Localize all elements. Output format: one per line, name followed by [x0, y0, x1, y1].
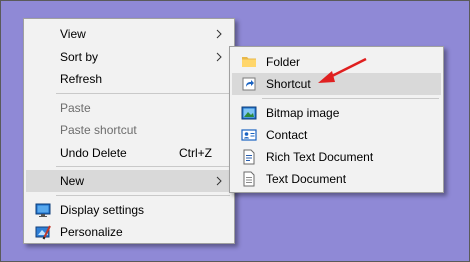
menu-separator: [56, 166, 230, 167]
menu-item-label: View: [60, 27, 86, 41]
bitmap-image-icon: [241, 106, 257, 120]
menu-item-paste[interactable]: Paste: [26, 97, 232, 119]
contact-icon: [241, 129, 257, 141]
desktop-context-menu: View Sort by Refresh Paste Paste shortcu…: [23, 18, 235, 244]
rich-text-document-icon: [243, 149, 255, 165]
menu-item-label: Undo Delete: [60, 146, 127, 160]
menu-item-label: New: [60, 174, 85, 188]
menu-item-label: Paste shortcut: [60, 123, 137, 137]
submenu-item-rich-text-document[interactable]: Rich Text Document: [232, 146, 441, 168]
menu-item-sort-by[interactable]: Sort by: [26, 46, 232, 68]
new-submenu: Folder Shortcut Bitmap image Contact Ric…: [229, 46, 444, 193]
submenu-item-contact[interactable]: Contact: [232, 124, 441, 146]
menu-item-new[interactable]: New: [26, 170, 232, 192]
menu-item-label: Personalize: [60, 225, 123, 239]
submenu-item-folder[interactable]: Folder: [232, 51, 441, 73]
menu-item-label: Text Document: [266, 172, 347, 186]
submenu-item-shortcut[interactable]: Shortcut: [232, 73, 441, 95]
menu-item-paste-shortcut[interactable]: Paste shortcut: [26, 119, 232, 141]
shortcut-icon: [242, 77, 256, 91]
menu-item-label: Shortcut: [266, 77, 311, 91]
menu-item-refresh[interactable]: Refresh: [26, 68, 232, 90]
menu-item-label: Refresh: [60, 72, 103, 86]
submenu-item-text-document[interactable]: Text Document: [232, 168, 441, 190]
chevron-right-icon: [216, 176, 222, 186]
submenu-item-bitmap-image[interactable]: Bitmap image: [232, 102, 441, 124]
text-document-icon: [243, 171, 255, 187]
shortcut-key-text: Ctrl+Z: [179, 146, 212, 160]
menu-item-view[interactable]: View: [26, 23, 232, 45]
menu-item-label: Contact: [266, 128, 308, 142]
menu-item-label: Folder: [266, 55, 301, 69]
menu-item-personalize[interactable]: Personalize: [26, 221, 232, 243]
menu-item-label: Bitmap image: [266, 106, 340, 120]
menu-item-label: Rich Text Document: [266, 150, 374, 164]
personalize-icon: [35, 225, 51, 240]
folder-icon: [242, 57, 256, 67]
menu-item-label: Sort by: [60, 50, 99, 64]
menu-item-undo-delete[interactable]: Undo Delete Ctrl+Z: [26, 142, 232, 164]
menu-separator: [56, 93, 230, 94]
chevron-right-icon: [216, 29, 222, 39]
menu-item-display-settings[interactable]: Display settings: [26, 199, 232, 221]
menu-separator: [262, 98, 439, 99]
chevron-right-icon: [216, 52, 222, 62]
menu-item-label: Display settings: [60, 203, 145, 217]
menu-separator: [56, 195, 230, 196]
menu-item-label: Paste: [60, 101, 91, 115]
display-settings-icon: [35, 203, 51, 217]
